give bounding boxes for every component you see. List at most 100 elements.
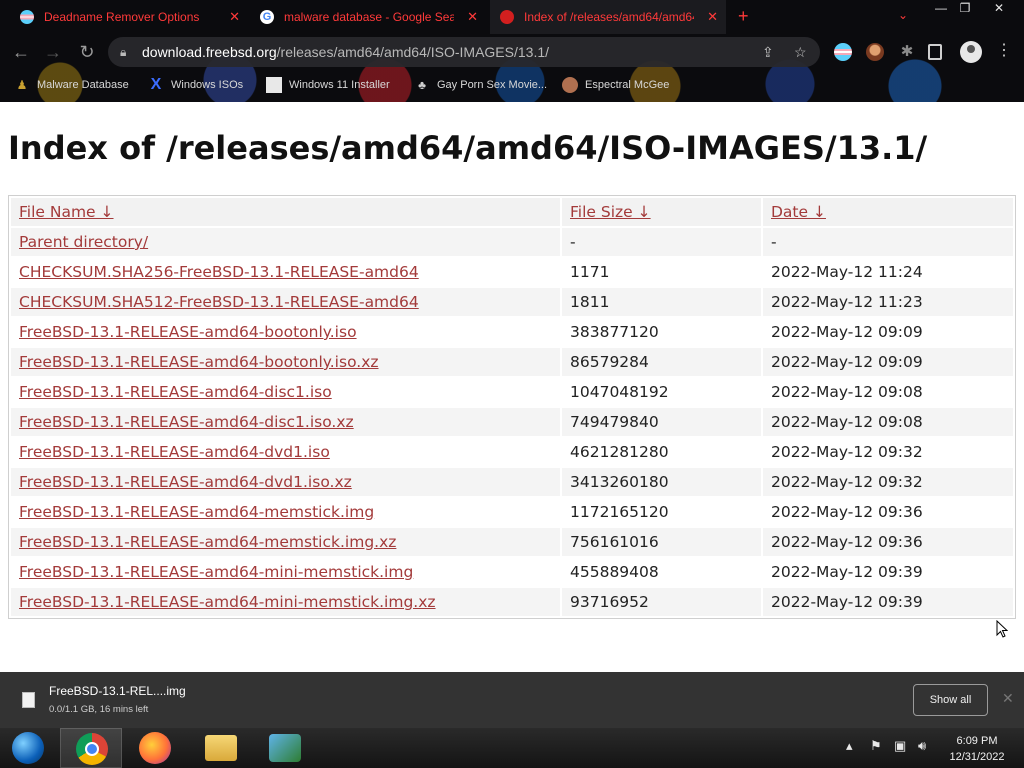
show-hidden-icons-icon[interactable]: ▴ bbox=[846, 738, 853, 754]
table-row: FreeBSD-13.1-RELEASE-amd64-mini-memstick… bbox=[11, 558, 1013, 586]
file-link[interactable]: Parent directory/ bbox=[19, 233, 148, 251]
browser-chrome: Deadname Remover Options ✕ G malware dat… bbox=[0, 0, 1024, 102]
profile-avatar-icon[interactable] bbox=[960, 41, 982, 63]
cell-date: 2022-May-12 09:39 bbox=[771, 563, 923, 581]
bookmark-star-icon[interactable]: ☆ bbox=[794, 37, 807, 67]
bookmark-site[interactable]: ♣ Gay Porn Sex Movie... bbox=[414, 77, 547, 93]
taskbar-firefox[interactable] bbox=[124, 728, 186, 768]
tab-title: Index of /releases/amd64/amd64/ISO-IMAGE… bbox=[524, 10, 694, 24]
page-icon bbox=[266, 77, 282, 93]
download-filename: FreeBSD-13.1-REL....img bbox=[49, 684, 186, 698]
file-link[interactable]: FreeBSD-13.1-RELEASE-amd64-disc1.iso.xz bbox=[19, 413, 354, 431]
back-arrow-icon[interactable]: ← bbox=[10, 41, 32, 63]
tab-malware-search[interactable]: G malware database - Google Search ✕ bbox=[250, 0, 486, 34]
restore-button[interactable]: ❐ bbox=[948, 0, 982, 18]
network-people-icon bbox=[269, 734, 301, 762]
file-link[interactable]: FreeBSD-13.1-RELEASE-amd64-dvd1.iso bbox=[19, 443, 330, 461]
forward-arrow-icon[interactable]: → bbox=[42, 41, 64, 63]
taskbar-chrome[interactable] bbox=[60, 728, 122, 768]
new-tab-button[interactable]: + bbox=[738, 6, 749, 27]
file-link[interactable]: FreeBSD-13.1-RELEASE-amd64-memstick.img bbox=[19, 503, 374, 521]
cell-file-size: 4621281280 bbox=[570, 443, 669, 461]
face-icon bbox=[562, 77, 578, 93]
table-row: CHECKSUM.SHA512-FreeBSD-13.1-RELEASE-amd… bbox=[11, 288, 1013, 316]
tab-search-icon[interactable]: ⌄ bbox=[898, 8, 908, 22]
google-icon: G bbox=[260, 10, 274, 24]
bookmark-espectral-mcgee[interactable]: Espectral McGee bbox=[562, 77, 669, 93]
file-link[interactable]: CHECKSUM.SHA256-FreeBSD-13.1-RELEASE-amd… bbox=[19, 263, 419, 281]
file-link[interactable]: FreeBSD-13.1-RELEASE-amd64-bootonly.iso.… bbox=[19, 353, 379, 371]
file-link[interactable]: FreeBSD-13.1-RELEASE-amd64-mini-memstick… bbox=[19, 563, 413, 581]
cell-file-name: CHECKSUM.SHA256-FreeBSD-13.1-RELEASE-amd… bbox=[11, 258, 560, 286]
bookmark-label: Windows 11 Installer bbox=[289, 79, 390, 91]
column-header-date: Date ↓ bbox=[763, 198, 1013, 226]
tab-freebsd-index[interactable]: Index of /releases/amd64/amd64/ISO-IMAGE… bbox=[490, 0, 726, 34]
menu-kebab-icon[interactable]: ⋮ bbox=[996, 40, 1012, 60]
tab-strip: Deadname Remover Options ✕ G malware dat… bbox=[0, 0, 1024, 34]
start-button[interactable] bbox=[0, 728, 62, 768]
reload-icon[interactable]: ↻ bbox=[76, 41, 98, 63]
show-all-button[interactable]: Show all bbox=[913, 684, 988, 716]
share-icon[interactable]: ⇪ bbox=[762, 37, 774, 67]
side-panel-icon[interactable] bbox=[928, 44, 942, 60]
bookmarks-bar: ♟ Malware Database X Windows ISOs Window… bbox=[0, 70, 1024, 100]
clock-time: 6:09 PM bbox=[956, 735, 998, 747]
file-icon bbox=[22, 692, 35, 708]
file-link[interactable]: FreeBSD-13.1-RELEASE-amd64-disc1.iso bbox=[19, 383, 332, 401]
table-row: FreeBSD-13.1-RELEASE-amd64-disc1.iso.xz 7… bbox=[11, 408, 1013, 436]
bookmark-windows-11-installer[interactable]: Windows 11 Installer bbox=[266, 77, 390, 93]
x-icon: X bbox=[150, 76, 162, 93]
window-close-button[interactable]: ✕ bbox=[982, 0, 1016, 18]
table-header-row: File Name ↓ File Size ↓ Date ↓ bbox=[11, 198, 1013, 226]
file-link[interactable]: FreeBSD-13.1-RELEASE-amd64-mini-memstick… bbox=[19, 593, 436, 611]
cell-file-size: 1047048192 bbox=[570, 383, 669, 401]
cell-date: 2022-May-12 11:24 bbox=[771, 263, 923, 281]
address-bar[interactable]: 🔒︎ download.freebsd.org/releases/amd64/a… bbox=[108, 37, 820, 67]
cell-date: 2022-May-12 09:36 bbox=[763, 528, 1013, 556]
bookmark-windows-isos[interactable]: X Windows ISOs bbox=[148, 77, 243, 93]
clock-date: 12/31/2022 bbox=[949, 751, 1005, 763]
avatar-extension-icon[interactable] bbox=[866, 43, 884, 61]
cell-file-size: 756161016 bbox=[562, 528, 761, 556]
windows-taskbar: ▴ ⚑ ▣ 🔊︎ 6:09 PM 12/31/2022 bbox=[0, 728, 1024, 768]
browser-toolbar: ← → ↻ 🔒︎ download.freebsd.org/releases/a… bbox=[0, 34, 1024, 70]
sort-by-name-link[interactable]: File Name ↓ bbox=[19, 203, 114, 221]
sort-by-date-link[interactable]: Date ↓ bbox=[771, 203, 826, 221]
table-row: FreeBSD-13.1-RELEASE-amd64-dvd1.iso.xz 34… bbox=[11, 468, 1013, 496]
close-shelf-icon[interactable]: ✕ bbox=[1002, 690, 1014, 707]
cell-date: 2022-May-12 09:39 bbox=[763, 588, 1013, 616]
page-content: Index of /releases/amd64/amd64/ISO-IMAGE… bbox=[0, 102, 1024, 672]
table-row: FreeBSD-13.1-RELEASE-amd64-disc1.iso 1047… bbox=[11, 378, 1013, 406]
cell-file-name: FreeBSD-13.1-RELEASE-amd64-memstick.img bbox=[11, 498, 560, 526]
cell-file-size: 749479840 bbox=[562, 408, 761, 436]
cell-date: 2022-May-12 09:36 bbox=[771, 503, 923, 521]
sort-by-size-link[interactable]: File Size ↓ bbox=[570, 203, 651, 221]
close-tab-icon[interactable]: ✕ bbox=[467, 9, 478, 25]
file-link[interactable]: FreeBSD-13.1-RELEASE-amd64-bootonly.iso bbox=[19, 323, 357, 341]
mouse-cursor-icon bbox=[996, 620, 1008, 638]
close-tab-icon[interactable]: ✕ bbox=[707, 9, 718, 25]
taskbar-file-explorer[interactable] bbox=[190, 728, 252, 768]
file-link[interactable]: CHECKSUM.SHA512-FreeBSD-13.1-RELEASE-amd… bbox=[19, 293, 419, 311]
cell-file-size: 383877120 bbox=[570, 323, 659, 341]
bookmark-malware-database[interactable]: ♟ Malware Database bbox=[14, 77, 129, 93]
close-tab-icon[interactable]: ✕ bbox=[229, 9, 240, 25]
lock-icon[interactable]: 🔒︎ bbox=[120, 37, 126, 67]
address-host: download.freebsd.org bbox=[142, 44, 277, 60]
tab-title: Deadname Remover Options bbox=[44, 10, 200, 24]
action-center-flag-icon[interactable]: ⚑ bbox=[870, 738, 882, 754]
tab-deadname-remover[interactable]: Deadname Remover Options ✕ bbox=[10, 0, 248, 34]
trans-flag-extension-icon[interactable] bbox=[834, 43, 852, 61]
cell-date: 2022-May-12 09:32 bbox=[763, 468, 1013, 496]
download-shelf: FreeBSD-13.1-REL....img 0.0/1.1 GB, 16 m… bbox=[0, 672, 1024, 728]
taskbar-network[interactable] bbox=[254, 728, 316, 768]
extensions-puzzle-icon[interactable]: ✱ bbox=[898, 43, 916, 61]
cell-date: 2022-May-12 09:09 bbox=[771, 323, 923, 341]
table-row: FreeBSD-13.1-RELEASE-amd64-mini-memstick… bbox=[11, 588, 1013, 616]
cell-date: 2022-May-12 09:32 bbox=[771, 443, 923, 461]
file-link[interactable]: FreeBSD-13.1-RELEASE-amd64-dvd1.iso.xz bbox=[19, 473, 352, 491]
system-clock[interactable]: 6:09 PM 12/31/2022 bbox=[940, 733, 1014, 765]
volume-icon[interactable]: 🔊︎ bbox=[918, 738, 926, 754]
network-status-icon[interactable]: ▣ bbox=[894, 738, 906, 754]
file-link[interactable]: FreeBSD-13.1-RELEASE-amd64-memstick.img.… bbox=[19, 533, 396, 551]
